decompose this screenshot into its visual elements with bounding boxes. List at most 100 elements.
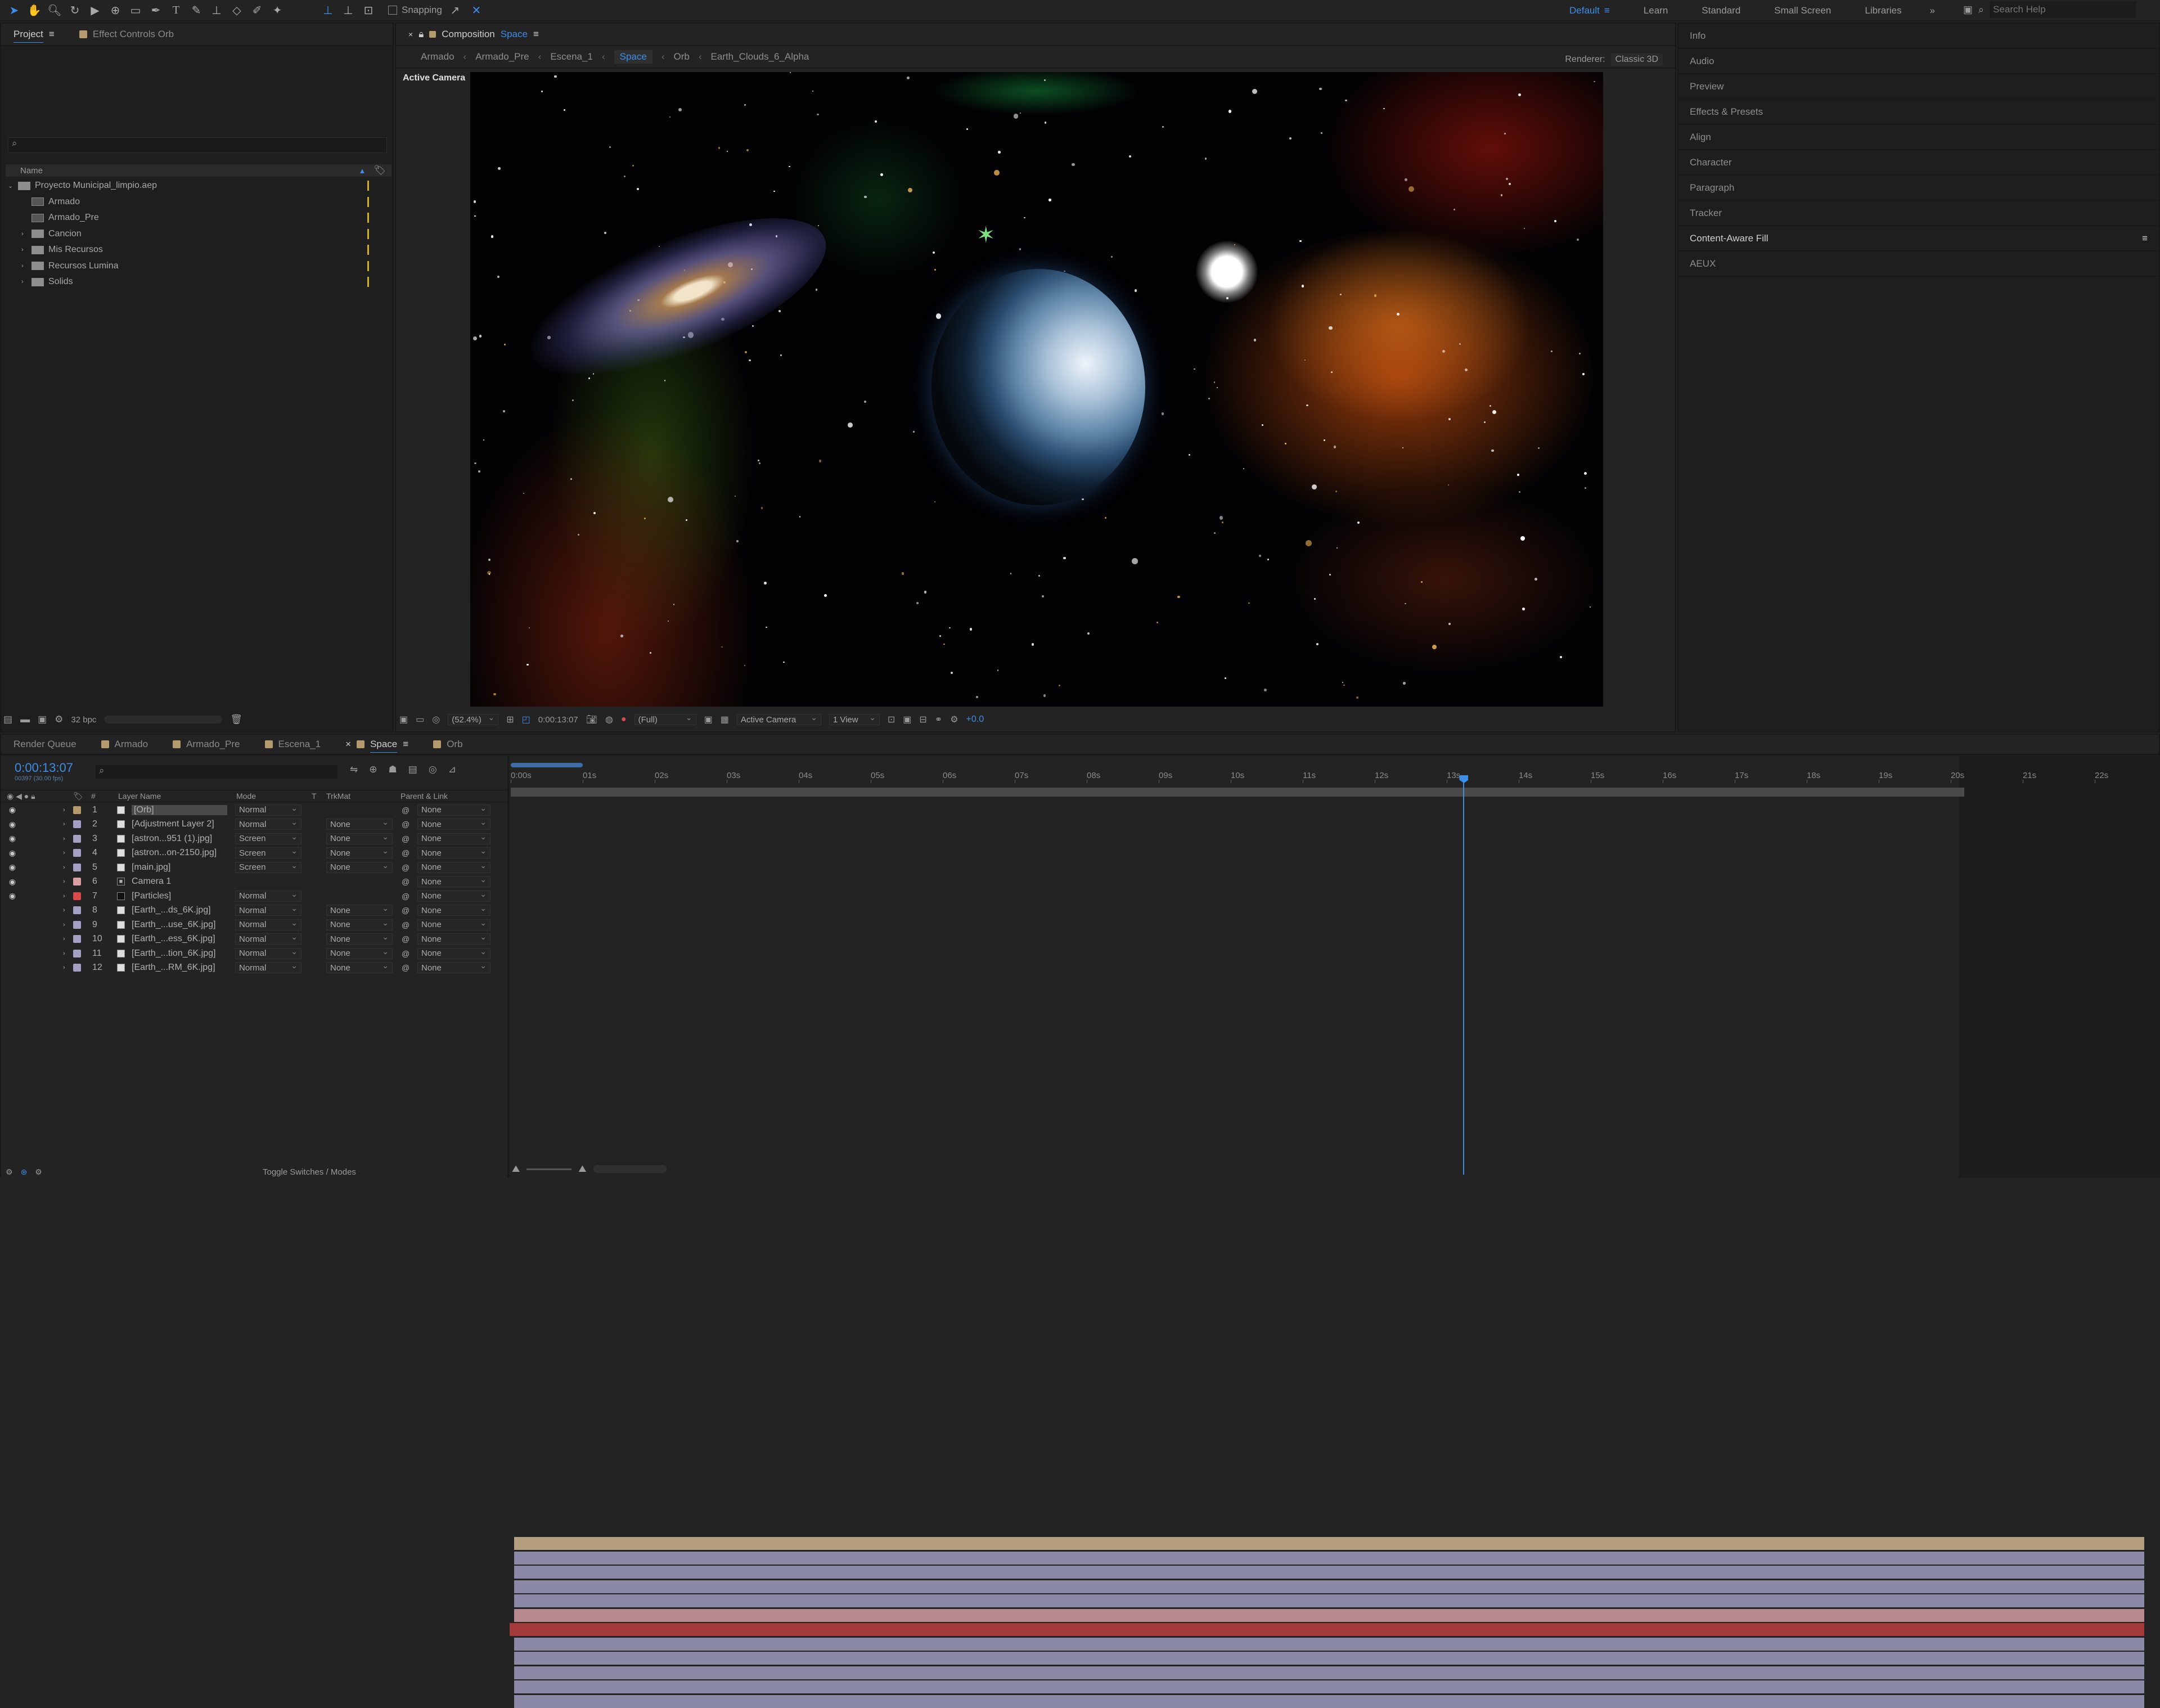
layer-row[interactable]: ◉ › 7 [Particles] Normal @ None xyxy=(1,889,507,904)
panel-audio[interactable]: Audio xyxy=(1678,49,2159,74)
panel-menu-icon[interactable]: ≡ xyxy=(533,29,539,40)
parent-dropdown[interactable]: None xyxy=(417,803,490,816)
track-matte-dropdown[interactable]: None xyxy=(326,947,393,959)
layer-duration-bar[interactable] xyxy=(514,1594,2144,1607)
layer-row[interactable]: › 8 [Earth_...ds_6K.jpg] Normal None @ None xyxy=(1,904,507,918)
expand-triangle-icon[interactable]: › xyxy=(63,950,65,957)
pick-whip-icon[interactable]: @ xyxy=(402,949,410,958)
track-matte-dropdown[interactable]: None xyxy=(326,817,393,830)
parent-dropdown[interactable]: None xyxy=(417,918,490,931)
disclosure-triangle-icon[interactable]: › xyxy=(21,246,29,253)
layer-duration-bar[interactable] xyxy=(514,1551,2144,1565)
rectangle-tool-icon[interactable]: ▭ xyxy=(127,2,144,19)
time-ruler[interactable]: 0:00s 01s 02s 03s 04s 05s 06s 07s 08s 09s 10s 11s 12… xyxy=(510,768,2160,783)
disclosure-triangle-icon[interactable]: ⌄ xyxy=(8,182,16,190)
workspace-libraries[interactable]: Libraries xyxy=(1865,5,1901,16)
panel-paragraph[interactable]: Paragraph xyxy=(1678,176,2159,201)
transfer-controls-icon[interactable]: ⊛ xyxy=(21,1167,28,1177)
layer-name[interactable]: [Earth_...ds_6K.jpg] xyxy=(132,905,211,915)
tab-project[interactable]: Project ≡ xyxy=(1,29,67,40)
panel-preview[interactable]: Preview xyxy=(1678,74,2159,100)
blend-mode-dropdown[interactable]: Normal xyxy=(235,889,302,902)
snapping-checkbox[interactable] xyxy=(388,6,397,15)
parent-dropdown[interactable]: None xyxy=(417,875,490,888)
always-preview-icon[interactable]: ▣ xyxy=(399,714,408,725)
breadcrumb-item[interactable]: Armado_Pre xyxy=(475,51,529,62)
workspace-standard[interactable]: Standard xyxy=(1702,5,1740,16)
layer-label-swatch[interactable] xyxy=(73,906,81,915)
layer-label-swatch[interactable] xyxy=(73,920,81,929)
layer-duration-bar[interactable] xyxy=(514,1566,2144,1579)
pick-whip-icon[interactable]: @ xyxy=(402,877,410,886)
timeline-tab[interactable]: Orb xyxy=(421,739,475,750)
breadcrumb-item[interactable]: Earth_Clouds_6_Alpha xyxy=(711,51,809,62)
column-parent-link[interactable]: Parent & Link xyxy=(400,792,448,801)
workspace-small-screen[interactable]: Small Screen xyxy=(1774,5,1831,16)
type-tool-icon[interactable]: T xyxy=(168,2,184,19)
snap-target-icon[interactable]: ✕ xyxy=(468,2,485,19)
column-number[interactable]: # xyxy=(91,792,96,801)
expand-triangle-icon[interactable]: › xyxy=(63,864,65,871)
search-help[interactable]: ▣ ⌕ xyxy=(1963,1,2136,18)
project-item[interactable]: › Recursos Lumina xyxy=(6,258,392,275)
layer-name[interactable]: [astron...on-2150.jpg] xyxy=(132,848,217,858)
zoom-in-icon[interactable]: ⛰ xyxy=(578,1163,586,1175)
project-settings-icon[interactable]: ⚙ xyxy=(55,714,63,725)
eye-icon[interactable]: ◉ xyxy=(8,862,17,872)
layer-row[interactable]: ◉ › 6 ■ Camera 1 @ None xyxy=(1,875,507,889)
trash-icon[interactable]: 🗑︎ xyxy=(230,714,242,725)
eye-icon[interactable]: ◉ xyxy=(8,834,17,843)
blend-mode-dropdown[interactable]: Normal xyxy=(235,932,302,945)
pick-whip-icon[interactable]: @ xyxy=(402,820,410,829)
layer-name[interactable]: [Earth_...use_6K.jpg] xyxy=(132,920,215,930)
blend-mode-dropdown[interactable]: Normal xyxy=(235,803,302,816)
project-item[interactable]: › Cancion xyxy=(6,226,392,242)
workspace-learn[interactable]: Learn xyxy=(1644,5,1668,16)
zoom-slider[interactable] xyxy=(526,1168,572,1170)
pick-whip-icon[interactable]: @ xyxy=(402,934,410,943)
timeline-tab[interactable]: Escena_1 xyxy=(253,739,334,750)
parent-dropdown[interactable]: None xyxy=(417,832,490,844)
snapshot-icon[interactable]: 📷︎ xyxy=(586,714,597,725)
tab-effect-controls[interactable]: Effect Controls Orb xyxy=(67,29,186,40)
reset-exposure-icon[interactable]: ⚙ xyxy=(950,714,958,725)
exposure-value[interactable]: +0.0 xyxy=(966,714,984,725)
new-folder-icon[interactable]: ▬ xyxy=(20,714,30,725)
layer-search-input[interactable]: ⌕ xyxy=(96,765,338,779)
layer-name[interactable]: [Adjustment Layer 2] xyxy=(132,819,214,829)
track-matte-dropdown[interactable]: None xyxy=(326,918,393,931)
layer-label-swatch[interactable] xyxy=(73,834,81,843)
layer-label-swatch[interactable] xyxy=(73,892,81,900)
layer-duration-bar[interactable] xyxy=(510,1623,2144,1636)
blend-mode-dropdown[interactable]: Screen xyxy=(235,832,302,844)
expand-triangle-icon[interactable]: › xyxy=(63,907,65,914)
time-navigator[interactable] xyxy=(511,763,583,767)
expand-triangle-icon[interactable]: › xyxy=(63,922,65,928)
column-layer-name[interactable]: Layer Name xyxy=(118,792,161,801)
layer-duration-bar[interactable] xyxy=(514,1608,2144,1622)
local-axis-icon[interactable]: ⊥ xyxy=(320,2,336,19)
track-matte-dropdown[interactable]: None xyxy=(326,961,393,974)
blend-mode-dropdown[interactable]: Screen xyxy=(235,846,302,859)
track-matte-dropdown[interactable]: None xyxy=(326,861,393,873)
layer-name[interactable]: [main.jpg] xyxy=(132,862,170,873)
draft-3d-icon[interactable]: ⊕ xyxy=(369,764,377,775)
blend-mode-dropdown[interactable]: Normal xyxy=(235,918,302,931)
current-time[interactable]: 0:00:13:07 xyxy=(15,761,73,775)
project-item[interactable]: Armado xyxy=(6,194,392,210)
expand-triangle-icon[interactable]: › xyxy=(63,893,65,900)
project-item[interactable]: › Mis Recursos xyxy=(6,242,392,258)
breadcrumb-item[interactable]: Armado xyxy=(421,51,454,62)
brush-tool-icon[interactable]: ✎ xyxy=(188,2,205,19)
column-trkmat[interactable]: TrkMat xyxy=(326,792,350,801)
transparency-grid-icon[interactable]: ▦ xyxy=(721,714,729,725)
panel-aeux[interactable]: AEUX xyxy=(1678,251,2159,277)
flowchart-icon[interactable]: ⚭ xyxy=(935,714,942,725)
panel-effects-presets[interactable]: Effects & Presets xyxy=(1678,100,2159,125)
magnification-dropdown[interactable]: (52.4%) xyxy=(448,713,499,725)
workspace-overflow-icon[interactable]: » xyxy=(1930,5,1935,16)
close-icon[interactable]: × xyxy=(408,30,413,39)
tab-composition[interactable]: × 🔒︎ Composition Space ≡ xyxy=(396,29,551,40)
view-layout-dropdown[interactable]: 1 View xyxy=(829,713,880,725)
layer-row[interactable]: › 9 [Earth_...use_6K.jpg] Normal None @ None xyxy=(1,918,507,932)
